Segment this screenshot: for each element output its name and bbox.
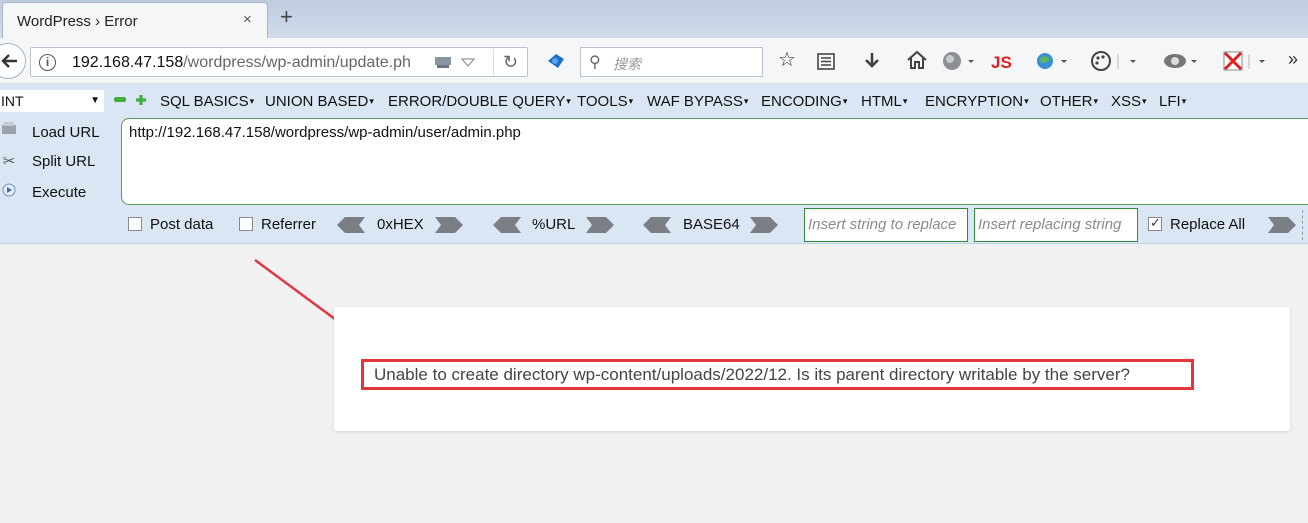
post-data-checkbox[interactable]: Post data <box>128 216 213 233</box>
menu-other[interactable]: OTHER <box>1040 93 1098 110</box>
menu-tools[interactable]: TOOLS <box>577 93 633 110</box>
browser-tab[interactable]: WordPress › Error × <box>2 2 268 38</box>
menu-encryption[interactable]: ENCRYPTION <box>925 93 1029 110</box>
base64-encode-arrow-icon[interactable] <box>750 217 778 233</box>
url-textarea[interactable]: http://192.168.47.158/wordpress/wp-admin… <box>121 118 1308 205</box>
download-icon[interactable] <box>862 51 882 76</box>
globe-icon[interactable] <box>942 50 976 77</box>
menu-waf-bypass[interactable]: WAF BYPASS <box>647 93 748 110</box>
load-url-label: Load URL <box>32 124 100 141</box>
hex-decode-arrow-icon[interactable] <box>337 217 365 233</box>
replace-all-label: Replace All <box>1170 216 1246 233</box>
replace-string-input[interactable]: Insert replacing string <box>974 208 1138 242</box>
referrer-check[interactable] <box>239 217 253 231</box>
split-url-button[interactable]: ✂ Split URL <box>0 152 96 170</box>
menu-encoding[interactable]: ENCODING <box>761 93 847 110</box>
url-encoding-label: %URL <box>532 216 576 233</box>
type-select-value: INT <box>1 93 24 109</box>
url-textarea-value: http://192.168.47.158/wordpress/wp-admin… <box>129 124 521 141</box>
post-data-check[interactable] <box>128 217 142 231</box>
palette-icon[interactable] <box>1090 50 1142 77</box>
replace-all-checkbox[interactable]: Replace All <box>1148 215 1246 233</box>
execute-button[interactable]: Execute <box>0 183 86 201</box>
execute-label: Execute <box>32 184 87 201</box>
bookmarks-list-icon[interactable] <box>816 51 836 76</box>
url-encode-arrow-icon[interactable] <box>586 217 614 233</box>
error-highlight-box: Unable to create directory wp-content/up… <box>361 359 1194 390</box>
menu-sql-basics[interactable]: SQL BASICS <box>160 93 254 110</box>
type-select[interactable]: INT ▼ <box>0 90 104 112</box>
address-bar[interactable]: i 192.168.47.158/wordpress/wp-admin/upda… <box>30 47 528 77</box>
back-arrow-icon <box>1 54 17 68</box>
hackbar-panel: INT ▼ SQL BASICS UNION BASED ERROR/DOUBL… <box>0 84 1308 244</box>
find-string-input[interactable]: Insert string to replace <box>804 208 968 242</box>
noscript-icon[interactable] <box>1222 50 1274 77</box>
menu-error-double-query[interactable]: ERROR/DOUBLE QUERY <box>388 93 571 110</box>
hex-encode-arrow-icon[interactable] <box>435 217 463 233</box>
back-button[interactable] <box>0 43 26 79</box>
menu-html[interactable]: HTML <box>861 93 907 110</box>
overflow-menu-icon[interactable]: » <box>1288 48 1298 70</box>
privacy-icon[interactable] <box>1163 50 1203 77</box>
replace-arrow-icon[interactable] <box>1268 217 1296 233</box>
play-icon <box>0 183 18 201</box>
post-data-label: Post data <box>150 216 214 233</box>
split-url-label: Split URL <box>32 153 96 170</box>
search-input[interactable]: ⚲ 搜索 <box>580 47 763 77</box>
referrer-label: Referrer <box>261 216 317 233</box>
info-icon[interactable]: i <box>39 54 56 71</box>
chevron-down-icon: ▼ <box>90 95 100 106</box>
pocket-icon[interactable] <box>546 51 566 76</box>
wp-error-card: Unable to create directory wp-content/up… <box>334 307 1290 431</box>
new-tab-button[interactable]: + <box>280 6 293 28</box>
load-url-button[interactable]: Load URL <box>0 121 100 141</box>
bookmark-star-icon[interactable]: ☆ <box>778 49 796 71</box>
reload-icon[interactable]: ↻ <box>493 49 527 75</box>
base64-decode-arrow-icon[interactable] <box>643 217 671 233</box>
scissors-icon: ✂ <box>2 153 16 170</box>
hex-label: 0xHEX <box>377 216 424 233</box>
search-placeholder: 搜索 <box>613 56 641 72</box>
addon-icon[interactable] <box>1035 50 1071 77</box>
javascript-toggle-icon[interactable]: JS <box>991 52 1012 74</box>
home-icon[interactable] <box>906 50 928 75</box>
load-url-icon <box>0 121 18 141</box>
url-dropdown-icon[interactable] <box>433 51 489 73</box>
menu-union-based[interactable]: UNION BASED <box>265 93 374 110</box>
plus-icon[interactable] <box>135 93 147 105</box>
menu-xss[interactable]: XSS <box>1111 93 1147 110</box>
url-decode-arrow-icon[interactable] <box>493 217 521 233</box>
search-icon: ⚲ <box>589 54 601 71</box>
url-text: 192.168.47.158/wordpress/wp-admin/update… <box>72 54 411 71</box>
error-message: Unable to create directory wp-content/up… <box>374 365 1130 384</box>
menu-lfi[interactable]: LFI <box>1159 93 1186 110</box>
tab-title: WordPress › Error <box>17 13 138 30</box>
navigation-bar: i 192.168.47.158/wordpress/wp-admin/upda… <box>0 38 1308 84</box>
tab-strip: WordPress › Error × + <box>0 0 1308 38</box>
base64-label: BASE64 <box>683 216 740 233</box>
close-tab-icon[interactable]: × <box>243 12 252 28</box>
replace-all-check[interactable] <box>1148 215 1162 231</box>
minus-icon[interactable] <box>114 97 126 102</box>
referrer-checkbox[interactable]: Referrer <box>239 216 316 233</box>
divider <box>1302 210 1303 240</box>
